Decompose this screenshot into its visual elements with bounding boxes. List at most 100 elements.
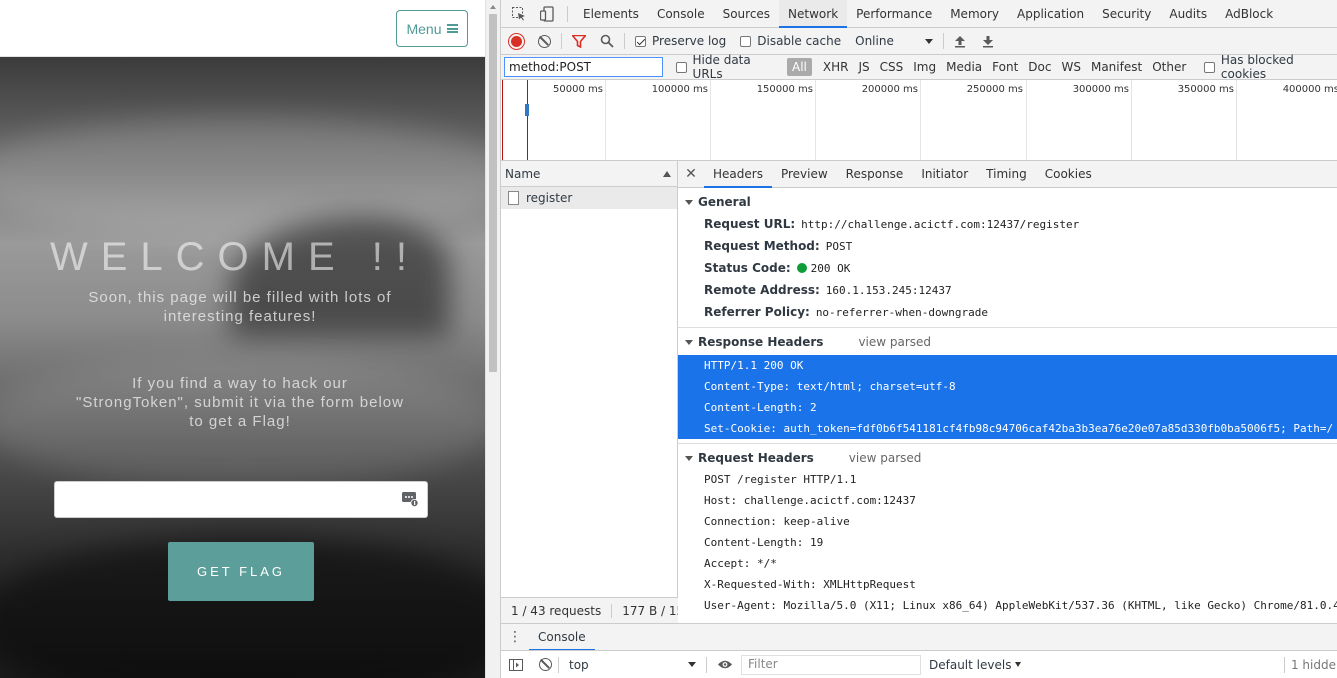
tab-initiator[interactable]: Initiator [912, 161, 977, 188]
tab-memory[interactable]: Memory [941, 0, 1008, 28]
record-icon[interactable] [509, 33, 524, 49]
referrer-policy-key: Referrer Policy: [704, 305, 810, 319]
drawer-tab-console[interactable]: Console [529, 624, 595, 651]
referrer-policy-row: Referrer Policy: no-referrer-when-downgr… [678, 301, 1337, 323]
throttle-select[interactable]: Online [855, 34, 934, 48]
tab-timing[interactable]: Timing [977, 161, 1036, 188]
timeline-tick: 250000 ms [966, 84, 1023, 95]
tab-elements[interactable]: Elements [574, 0, 648, 28]
filter-type-font[interactable]: Font [987, 58, 1023, 76]
tab-adblock[interactable]: AdBlock [1216, 0, 1282, 28]
document-icon [508, 191, 519, 205]
device-toolbar-icon[interactable] [533, 0, 561, 27]
filter-input[interactable]: method:POST [504, 57, 663, 77]
console-toolbar: top Filter Default levels 1 hidde [501, 650, 1337, 678]
filter-icon[interactable] [572, 34, 586, 48]
inspect-element-icon[interactable] [505, 0, 533, 27]
search-icon[interactable] [600, 34, 614, 48]
devtools-panel: Elements Console Sources Network Perform… [500, 0, 1337, 678]
scrollbar-thumb[interactable] [489, 14, 497, 372]
tab-preview[interactable]: Preview [772, 161, 837, 188]
timeline-tick: 100000 ms [651, 84, 708, 95]
disable-cache-checkbox[interactable] [740, 35, 752, 47]
token-input[interactable] [54, 481, 428, 518]
tab-application[interactable]: Application [1008, 0, 1093, 28]
tab-sources[interactable]: Sources [714, 0, 779, 28]
filter-type-img[interactable]: Img [908, 58, 941, 76]
export-har-icon[interactable] [982, 35, 994, 48]
has-blocked-cookies-checkbox[interactable] [1204, 61, 1215, 73]
load-marker [527, 80, 528, 160]
request-bar [525, 104, 529, 116]
live-expression-eye-icon[interactable] [717, 659, 733, 670]
log-levels-select[interactable]: Default levels [929, 658, 1022, 672]
clear-icon[interactable] [538, 34, 551, 48]
timeline-tick: 50000 ms [553, 84, 603, 95]
password-manager-icon[interactable] [402, 492, 419, 507]
chevron-down-icon [925, 38, 934, 44]
request-header-line: Content-Length: 19 [704, 536, 824, 549]
general-section-header[interactable]: General [678, 191, 1337, 213]
response-header-line: HTTP/1.1 200 OK [678, 355, 1337, 376]
chevron-down-icon [688, 662, 696, 667]
filter-type-css[interactable]: CSS [875, 58, 909, 76]
status-code-key: Status Code: [704, 261, 791, 275]
response-header-line: Set-Cookie: auth_token=fdf0b6f541181cf4f… [678, 418, 1337, 439]
status-ok-icon [796, 263, 807, 273]
close-icon[interactable]: ✕ [678, 166, 704, 182]
hide-data-urls-checkbox[interactable] [675, 61, 687, 73]
timeline-tick: 200000 ms [861, 84, 918, 95]
get-flag-button[interactable]: GET FLAG [168, 542, 314, 601]
drawer-menu-icon[interactable]: ⋮ [501, 630, 529, 644]
request-url-row: Request URL: http://challenge.acictf.com… [678, 213, 1337, 235]
network-overview-timeline[interactable]: 50000 ms 100000 ms 150000 ms 200000 ms 2… [501, 80, 1337, 161]
drawer-header: ⋮ Console [501, 623, 1337, 651]
filter-type-ws[interactable]: WS [1056, 58, 1085, 76]
name-column-header[interactable]: Name [501, 161, 677, 187]
scroll-up-icon[interactable] [490, 5, 496, 9]
console-sidebar-icon[interactable] [509, 658, 523, 671]
tab-audits[interactable]: Audits [1160, 0, 1216, 28]
filter-type-js[interactable]: JS [853, 58, 874, 76]
request-view-parsed-link[interactable]: view parsed [849, 451, 922, 465]
filter-type-media[interactable]: Media [941, 58, 987, 76]
context-value: top [569, 657, 589, 672]
tab-console[interactable]: Console [648, 0, 714, 28]
timeline-tick: 300000 ms [1072, 84, 1129, 95]
request-list-status: 1 / 43 requests 177 B / 15.3 [501, 597, 678, 623]
preserve-log-checkbox[interactable] [635, 35, 646, 47]
tab-headers[interactable]: Headers [704, 161, 772, 188]
response-headers-section-header[interactable]: Response Headers view parsed [678, 331, 1337, 353]
request-headers-section-header[interactable]: Request Headers view parsed [678, 447, 1337, 469]
filter-type-other[interactable]: Other [1147, 58, 1191, 76]
clear-console-icon[interactable] [539, 658, 552, 671]
expand-triangle-icon [685, 339, 693, 345]
status-code-row: Status Code: 200 OK [678, 257, 1337, 279]
tab-security[interactable]: Security [1093, 0, 1160, 28]
name-column-label: Name [505, 166, 541, 181]
filter-type-manifest[interactable]: Manifest [1086, 58, 1147, 76]
filter-type-xhr[interactable]: XHR [818, 58, 854, 76]
request-url-value: http://challenge.acictf.com:12437/regist… [801, 217, 1080, 231]
site-header: Menu [0, 0, 485, 57]
disable-cache-label: Disable cache [757, 34, 842, 48]
console-filter-input[interactable]: Filter [741, 654, 921, 675]
filter-type-all[interactable]: All [786, 58, 812, 76]
response-view-parsed-link[interactable]: view parsed [858, 335, 931, 349]
menu-button[interactable]: Menu [396, 10, 468, 47]
request-method-value: POST [825, 239, 853, 253]
request-header-line: Connection: keep-alive [704, 515, 850, 528]
request-header-line: POST /register HTTP/1.1 [704, 473, 857, 486]
tab-response[interactable]: Response [837, 161, 913, 188]
import-har-icon[interactable] [954, 35, 966, 48]
request-row[interactable]: register [501, 187, 677, 209]
page-scrollbar[interactable] [485, 0, 500, 678]
tab-cookies[interactable]: Cookies [1036, 161, 1101, 188]
timeline-tick: 400000 ms [1282, 84, 1337, 95]
chevron-down-icon [1015, 662, 1022, 667]
hamburger-icon [446, 24, 458, 33]
context-select[interactable]: top [565, 655, 700, 675]
tab-performance[interactable]: Performance [847, 0, 941, 28]
filter-type-doc[interactable]: Doc [1023, 58, 1056, 76]
tab-network[interactable]: Network [779, 0, 848, 28]
